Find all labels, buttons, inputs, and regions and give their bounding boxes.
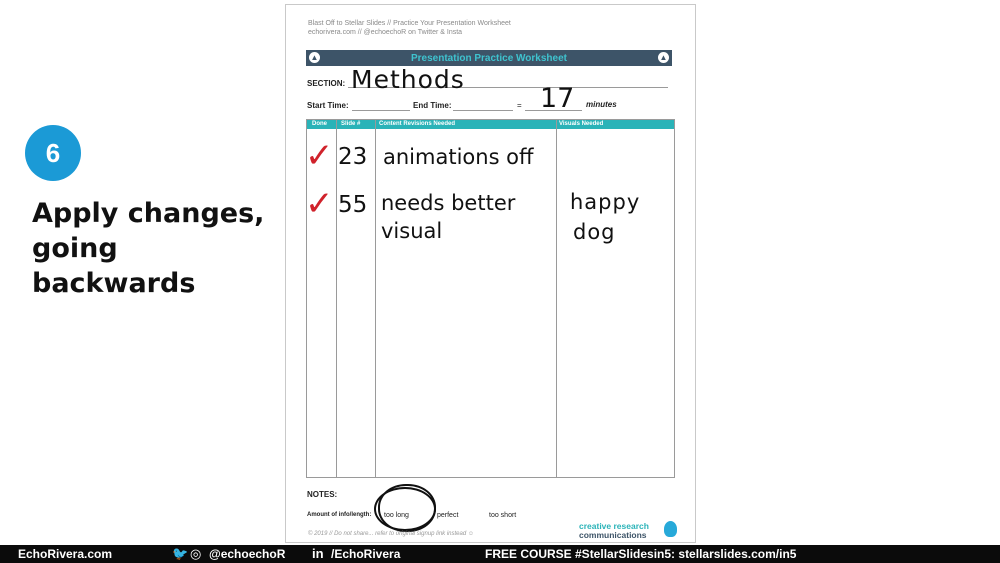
- option-too-short: too short: [489, 512, 517, 519]
- step-title: Apply changes, going backwards: [32, 196, 282, 301]
- checkmark-icon: ✓: [305, 136, 334, 176]
- section-value: Methods: [351, 65, 465, 94]
- end-time-field: [453, 110, 513, 111]
- step-number-badge: 6: [25, 125, 81, 181]
- equals-sign: =: [517, 101, 522, 110]
- table-row-visual: happy: [570, 190, 641, 214]
- rocket-icon: ▲: [658, 52, 669, 63]
- worksheet-title: Presentation Practice Worksheet: [411, 52, 567, 64]
- table-row-slide-number: 23: [338, 144, 368, 170]
- step-number: 6: [45, 137, 61, 168]
- checkmark-icon: ✓: [305, 184, 334, 224]
- column-header-slide: Slide #: [341, 121, 361, 127]
- footer-course[interactable]: FREE COURSE #StellarSlidesin5: stellarsl…: [485, 547, 796, 561]
- column-header-revisions: Content Revisions Needed: [379, 121, 456, 127]
- column-header-done: Done: [312, 121, 327, 127]
- worksheet-header-line1: Blast Off to Stellar Slides // Practice …: [308, 20, 511, 27]
- section-label: SECTION:: [307, 79, 346, 88]
- table-row-revision: visual: [381, 219, 443, 243]
- step-title-line2: going backwards: [32, 233, 196, 299]
- end-time-label: End Time:: [413, 101, 452, 110]
- table-row-revision: animations off: [383, 145, 534, 169]
- rocket-icon: ▲: [309, 52, 320, 63]
- duration-value: 17: [540, 83, 575, 114]
- copyright-notice: © 2019 // Do not share... refer to origi…: [308, 531, 474, 537]
- worksheet-title-bar: ▲ Presentation Practice Worksheet ▲: [306, 50, 672, 66]
- worksheet-page: Blast Off to Stellar Slides // Practice …: [285, 4, 696, 543]
- column-divider: [556, 120, 557, 477]
- start-time-field: [352, 110, 410, 111]
- column-header-visuals: Visuals Needed: [559, 121, 604, 127]
- revisions-table: Done Slide # Content Revisions Needed Vi…: [305, 119, 675, 478]
- table-row-visual: dog: [573, 220, 616, 244]
- table-header: Done Slide # Content Revisions Needed Vi…: [307, 120, 674, 129]
- instagram-icon: ◎: [190, 546, 202, 561]
- footer-site[interactable]: EchoRivera.com: [18, 547, 112, 561]
- start-time-label: Start Time:: [307, 101, 349, 110]
- minutes-label: minutes: [586, 100, 617, 109]
- linkedin-icon: in: [312, 546, 324, 561]
- hand-drawn-circle: [378, 484, 436, 532]
- amount-label: Amount of info/length:: [307, 512, 372, 518]
- table-row-revision: needs better: [381, 191, 516, 215]
- balloon-icon: [664, 521, 677, 537]
- column-divider: [336, 120, 337, 477]
- footer-bar: EchoRivera.com 🐦 ◎ @echoechoR in /EchoRi…: [0, 545, 1000, 563]
- step-title-line1: Apply changes,: [32, 198, 265, 229]
- footer-linkedin[interactable]: /EchoRivera: [331, 547, 400, 561]
- option-perfect: perfect: [437, 512, 459, 519]
- column-divider: [375, 120, 376, 477]
- brand-logo: creative research communications: [579, 522, 649, 540]
- worksheet-header-line2: echorivera.com // @echoechoR on Twitter …: [308, 29, 463, 36]
- footer-social-handle[interactable]: @echoechoR: [209, 547, 285, 561]
- notes-label: NOTES:: [307, 490, 338, 499]
- table-row-slide-number: 55: [338, 192, 368, 218]
- twitter-icon: 🐦: [172, 546, 189, 561]
- brand-line2: communications: [579, 530, 647, 540]
